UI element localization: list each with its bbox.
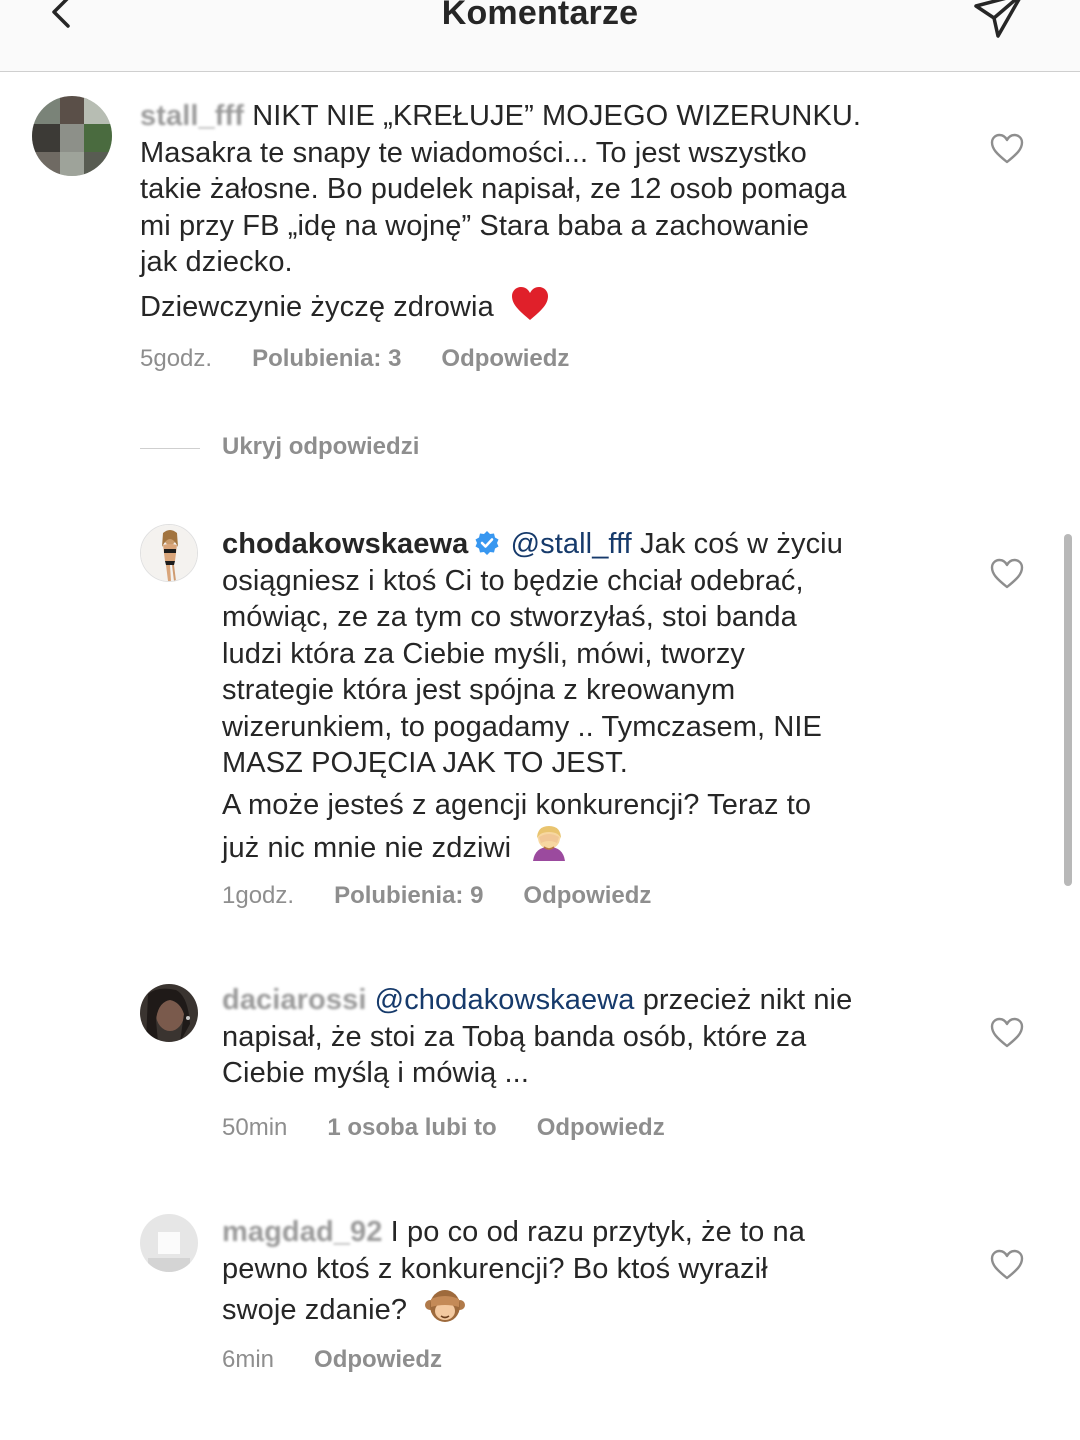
reply-username[interactable]: daciarossi — [222, 984, 366, 1016]
reply-button[interactable]: Odpowiedz — [441, 345, 569, 372]
reply-line: wizerunkiem, to pogadamy .. Tymczasem, N… — [222, 710, 822, 743]
reply-meta: 6min Odpowiedz — [222, 1346, 482, 1374]
reply-button[interactable]: Odpowiedz — [523, 882, 651, 909]
reply-line: Ciebie myślą i mówią ... — [222, 1057, 529, 1089]
reply-button[interactable]: Odpowiedz — [314, 1346, 442, 1373]
paper-plane-icon[interactable] — [972, 0, 1028, 44]
reply-line: ludzi która za Ciebie myśli, mówi, tworz… — [222, 637, 746, 670]
heart-outline-icon[interactable] — [990, 133, 1024, 165]
woman-facepalming-emoji — [533, 826, 566, 861]
reply-line: I po co od razu przytyk, że to na — [390, 1216, 805, 1248]
avatar[interactable] — [140, 524, 198, 582]
reply-line: mówiąc, ze za tym co stworzyłaś, stoi ba… — [222, 601, 797, 633]
reply-text: daciarossi @chodakowskaewa przecież nikt… — [222, 982, 982, 1092]
reply-username[interactable]: chodakowskaewa — [222, 528, 468, 560]
comment-meta: 5godz. Polubienia: 3 Odpowiedz — [140, 345, 609, 373]
heart-outline-icon[interactable] — [990, 1249, 1024, 1281]
mention-link[interactable]: @chodakowskaewa — [375, 984, 635, 1016]
reply-line: już nic mnie nie zdziwi — [222, 832, 512, 864]
reply-line: napisał, że stoi za Tobą banda osób, któ… — [222, 1020, 807, 1053]
reply-meta: 50min 1 osoba lubi to Odpowiedz — [222, 1114, 705, 1142]
likes-count[interactable]: Polubienia: 3 — [252, 345, 401, 372]
reply-line: pewno ktoś z konkurencji? Bo ktoś wyrazi… — [222, 1252, 768, 1285]
reply-time: 1godz. — [222, 882, 295, 909]
see-no-evil-monkey-emoji — [425, 1290, 466, 1322]
reply-button[interactable]: Odpowiedz — [537, 1114, 665, 1141]
reply-line: osiągniesz i ktoś Ci to będzie chciał od… — [222, 564, 804, 597]
reply-line: swoje zdanie? — [222, 1294, 408, 1326]
comment-username[interactable]: stall_fff — [140, 100, 244, 132]
verified-badge-icon — [475, 531, 499, 555]
reply-line: A może jesteś z agencji konkurencji? Ter… — [222, 788, 812, 821]
reply-line: MASZ POJĘCIA JAK TO JEST. — [222, 747, 628, 779]
heart-outline-icon[interactable] — [990, 1017, 1024, 1049]
comment-time: 5godz. — [140, 345, 213, 372]
red-heart-emoji — [512, 286, 548, 320]
reply-username[interactable]: magdad_92 — [222, 1216, 382, 1248]
reply-time: 50min — [222, 1114, 288, 1141]
comment-line: jak dziecko. — [140, 246, 293, 278]
reply-meta: 1godz. Polubienia: 9 Odpowiedz — [222, 882, 691, 910]
comment-line: Masakra te snapy te wiadomości... To jes… — [140, 136, 807, 169]
reply-text: chodakowskaewa @stall_fff Jak coś w życi… — [222, 526, 982, 867]
likes-count[interactable]: 1 osoba lubi to — [327, 1114, 496, 1141]
comment-line: takie żałosne. Bo pudelek napisał, ze 12… — [140, 173, 847, 205]
comment-line: mi przy FB „idę na wojnę” Stara baba a z… — [140, 209, 810, 242]
hide-replies-label: Ukryj odpowiedzi — [222, 433, 420, 460]
comment-line: NIKT NIE „KREŁUJE” MOJEGO WIZERUNKU. — [252, 100, 862, 132]
avatar[interactable] — [140, 984, 198, 1042]
avatar[interactable] — [32, 96, 112, 176]
avatar[interactable] — [140, 1214, 198, 1272]
reply-line: przecież nikt nie — [642, 984, 853, 1016]
divider — [140, 448, 200, 449]
heart-outline-icon[interactable] — [990, 558, 1024, 590]
reply-time: 6min — [222, 1346, 275, 1373]
scrollbar[interactable] — [1064, 534, 1072, 886]
reply-line: Jak coś w życiu — [640, 528, 843, 560]
comment-line: Dziewczynie życzę zdrowia — [140, 290, 494, 323]
reply-line: strategie która jest spójna z kreowanym — [222, 674, 736, 706]
comment-text: stall_fff NIKT NIE „KREŁUJE” MOJEGO WIZE… — [140, 98, 960, 325]
mention-link[interactable]: @stall_fff — [511, 528, 632, 560]
page-title: Komentarze — [441, 0, 639, 32]
reply-text: magdad_92 I po co od razu przytyk, że to… — [222, 1214, 982, 1329]
header-bar: Komentarze — [0, 0, 1080, 72]
likes-count[interactable]: Polubienia: 9 — [334, 882, 483, 909]
